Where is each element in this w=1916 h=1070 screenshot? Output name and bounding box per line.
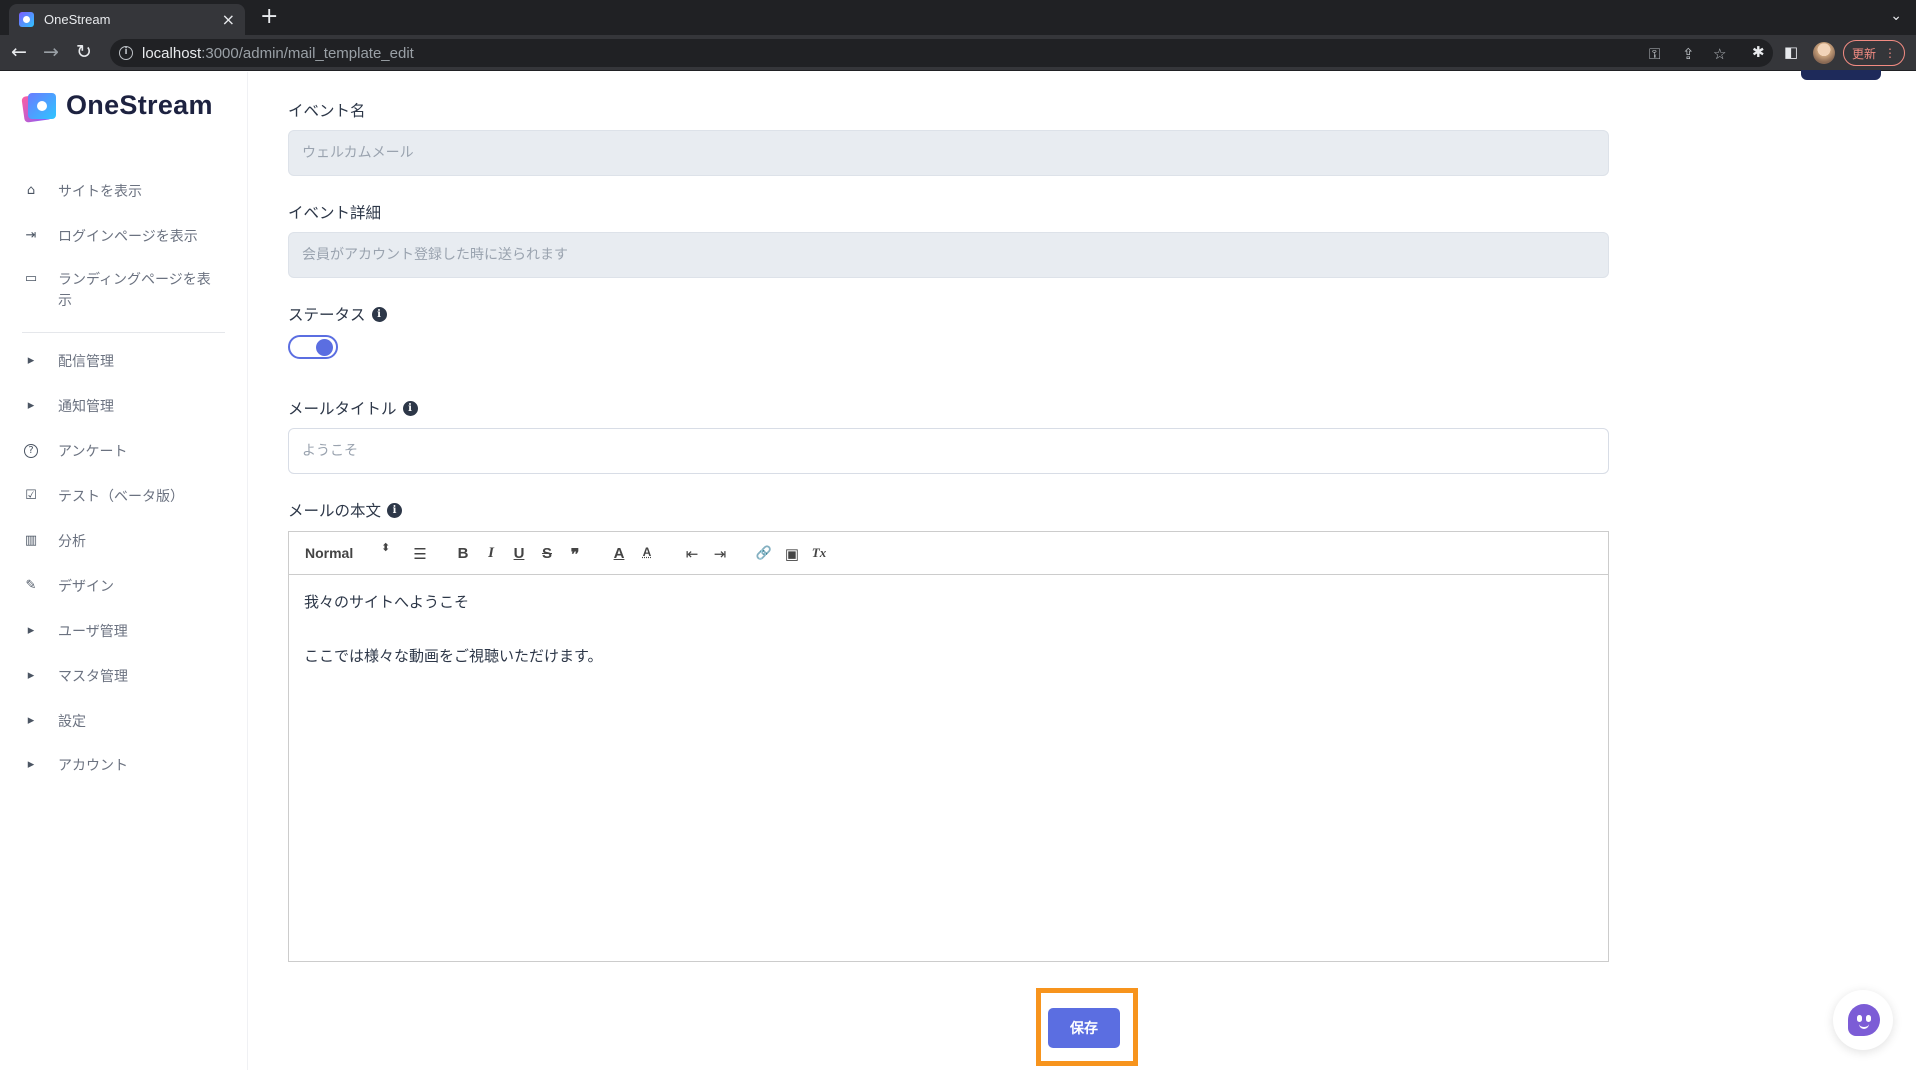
- event-detail-label: イベント詳細: [288, 204, 382, 222]
- chat-bot-icon: [1848, 1004, 1880, 1036]
- url-text: localhost:3000/admin/mail_template_edit: [142, 45, 414, 62]
- bold-icon[interactable]: B: [454, 545, 472, 562]
- mail-title-info-icon[interactable]: i: [402, 400, 418, 416]
- sidebar-item-master[interactable]: ▸ マスタ管理: [22, 667, 218, 688]
- event-name-input: ウェルカムメール: [288, 130, 1609, 176]
- header-format-select[interactable]: Normal: [305, 545, 353, 561]
- logo[interactable]: OneStream: [21, 90, 213, 123]
- sidebar-item-delivery[interactable]: ▸ 配信管理: [22, 352, 218, 373]
- sidebar-item-view-login[interactable]: ⇥ ログインページを表示: [22, 227, 218, 248]
- site-info-icon[interactable]: i: [119, 46, 133, 60]
- editor-line: ここでは様々な動画をご視聴いただけます。: [304, 647, 603, 665]
- sidebar: OneStream ⌂ サイトを表示 ⇥ ログインページを表示 ▭ ランディング…: [0, 72, 248, 1070]
- home-icon: ⌂: [26, 183, 36, 198]
- question-circle-icon: ?: [24, 444, 38, 458]
- text-color-icon[interactable]: A: [610, 545, 628, 562]
- caret-right-icon: ▸: [27, 623, 35, 638]
- browser-tab[interactable]: OneStream ×: [9, 4, 245, 35]
- sidebar-item-view-landing[interactable]: ▭ ランディングページを表示: [22, 270, 218, 312]
- edit-icon: ✎: [25, 578, 37, 593]
- mail-body-info-icon[interactable]: i: [387, 502, 403, 518]
- sign-in-icon: ⇥: [25, 228, 37, 243]
- outdent-icon[interactable]: ⇤: [683, 545, 701, 563]
- image-icon[interactable]: ▣: [783, 545, 801, 563]
- kebab-menu-icon: ⋮: [1884, 46, 1896, 60]
- sidebar-item-settings[interactable]: ▸ 設定: [22, 712, 218, 733]
- profile-avatar[interactable]: [1813, 42, 1835, 64]
- underline-icon[interactable]: U: [510, 545, 528, 562]
- sidebar-item-survey[interactable]: ? アンケート: [22, 442, 218, 463]
- select-arrows-icon: ⬍: [381, 541, 391, 554]
- forward-arrow-icon[interactable]: →: [43, 42, 59, 62]
- sidebar-item-test-beta[interactable]: ☑ テスト（ベータ版）: [22, 487, 218, 508]
- align-icon[interactable]: ☰: [411, 545, 429, 563]
- editor-line: 我々のサイトへようこそ: [304, 593, 470, 611]
- chat-support-button[interactable]: [1833, 990, 1893, 1050]
- sidebar-item-notifications[interactable]: ▸ 通知管理: [22, 397, 218, 418]
- mail-body-label: メールの本文 i: [288, 499, 403, 521]
- status-info-icon[interactable]: i: [371, 306, 387, 322]
- caret-right-icon: ▸: [27, 668, 35, 683]
- caret-right-icon: ▸: [27, 757, 35, 772]
- editor-toolbar: Normal ⬍ ☰ B I U S ❞ A A ⇤ ⇥ 🔗 ▣ Tx: [289, 532, 1608, 575]
- new-tab-button[interactable]: +: [260, 6, 278, 28]
- tab-close-icon[interactable]: ×: [222, 11, 235, 28]
- sidebar-divider: [22, 332, 225, 333]
- sidebar-item-analytics[interactable]: ▥ 分析: [22, 532, 218, 553]
- link-icon[interactable]: 🔗: [755, 545, 773, 561]
- update-button[interactable]: 更新 ⋮: [1843, 40, 1905, 66]
- mail-body-editor: Normal ⬍ ☰ B I U S ❞ A A ⇤ ⇥ 🔗 ▣ Tx 我々のサ…: [288, 531, 1609, 962]
- caret-right-icon: ▸: [27, 398, 35, 413]
- key-icon[interactable]: ⚿: [1649, 45, 1660, 63]
- reload-icon[interactable]: ↻: [76, 42, 92, 62]
- address-bar[interactable]: i localhost:3000/admin/mail_template_edi…: [110, 39, 1773, 67]
- blockquote-icon[interactable]: ❞: [566, 545, 584, 565]
- back-arrow-icon[interactable]: ←: [11, 42, 27, 62]
- tab-search-icon[interactable]: ⌄: [1890, 8, 1902, 24]
- italic-icon[interactable]: I: [482, 545, 500, 562]
- editor-line: [304, 616, 603, 643]
- status-toggle[interactable]: [288, 335, 338, 359]
- header-corner-tab[interactable]: [1801, 70, 1881, 80]
- editor-content[interactable]: 我々のサイトへようこそ ここでは様々な動画をご視聴いただけます。: [304, 589, 603, 670]
- mail-title-label: メールタイトル i: [288, 397, 418, 419]
- caret-right-icon: ▸: [27, 353, 35, 368]
- sidebar-item-account[interactable]: ▸ アカウント: [22, 756, 218, 777]
- check-square-icon: ☑: [25, 488, 37, 503]
- clean-format-icon[interactable]: Tx: [810, 545, 828, 561]
- status-label: ステータス i: [288, 303, 387, 325]
- strike-icon[interactable]: S: [538, 545, 556, 562]
- side-panel-icon[interactable]: ◧: [1784, 43, 1798, 61]
- bookmark-star-icon[interactable]: ☆: [1713, 45, 1726, 63]
- sidebar-item-design[interactable]: ✎ デザイン: [22, 577, 218, 598]
- share-icon[interactable]: ⇪: [1682, 45, 1695, 63]
- extensions-icon[interactable]: ✱: [1752, 43, 1765, 61]
- background-color-icon[interactable]: A: [638, 545, 656, 559]
- main-content: イベント名 ウェルカムメール イベント詳細 会員がアカウント登録した時に送られま…: [249, 70, 1916, 1070]
- onestream-logo-icon: [21, 91, 56, 123]
- save-button[interactable]: 保存: [1048, 1008, 1120, 1048]
- landing-page-icon: ▭: [24, 271, 38, 286]
- indent-icon[interactable]: ⇥: [711, 545, 729, 563]
- toggle-knob: [316, 339, 333, 356]
- onestream-favicon-icon: [19, 12, 34, 27]
- event-name-label: イベント名: [288, 102, 366, 120]
- event-detail-input: 会員がアカウント登録した時に送られます: [288, 232, 1609, 278]
- browser-tab-bar: OneStream × + ⌄: [0, 0, 1916, 35]
- sidebar-item-view-site[interactable]: ⌂ サイトを表示: [22, 182, 218, 203]
- sidebar-item-users[interactable]: ▸ ユーザ管理: [22, 622, 218, 643]
- caret-right-icon: ▸: [27, 713, 35, 728]
- bar-chart-icon: ▥: [24, 533, 38, 548]
- tab-title: OneStream: [44, 12, 111, 27]
- browser-toolbar: ← → ↻ i localhost:3000/admin/mail_templa…: [0, 35, 1916, 71]
- mail-title-input[interactable]: ようこそ: [288, 428, 1609, 474]
